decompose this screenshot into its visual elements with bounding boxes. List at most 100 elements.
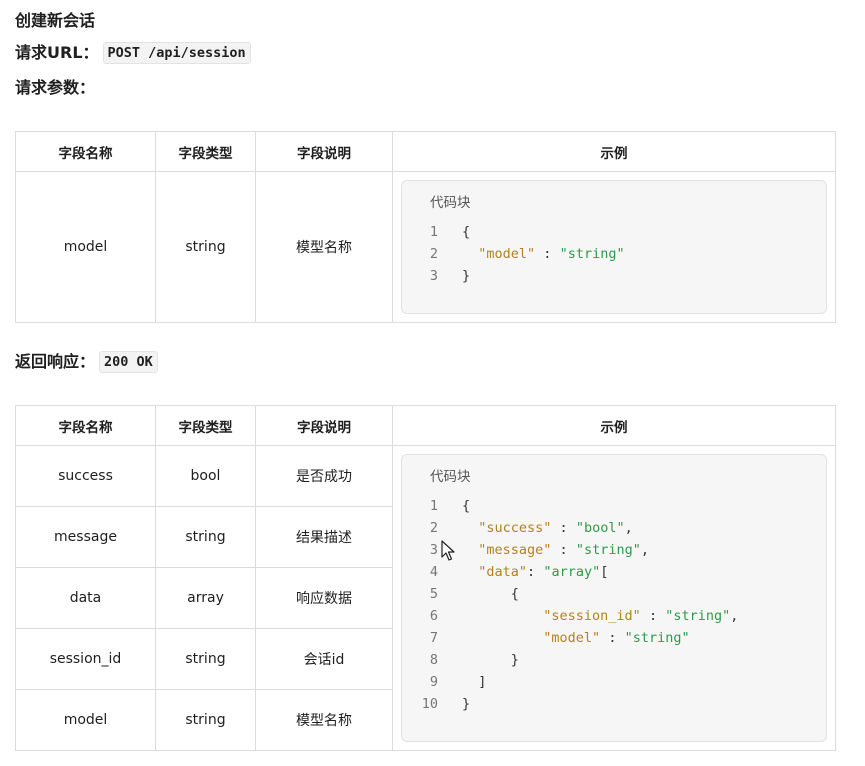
code-text: { (462, 221, 470, 243)
response-table: 字段名称 字段类型 字段说明 示例 success bool 是否成功 代码块 1{2 … (15, 405, 836, 751)
line-number: 10 (421, 696, 438, 712)
cell-desc: 模型名称 (255, 171, 393, 323)
line-number: 3 (429, 268, 438, 284)
code-punct: , (624, 520, 633, 536)
request-params-heading: 请求参数： (15, 78, 96, 97)
request-url-label: 请求URL： (15, 43, 99, 62)
cell-desc: 模型名称 (255, 689, 393, 751)
code-text: "model" : "string" (462, 243, 625, 265)
code-value: "string" (624, 630, 690, 646)
header-field-type: 字段类型 (155, 405, 256, 446)
cell-desc: 是否成功 (255, 445, 393, 507)
cell-desc: 结果描述 (255, 506, 393, 568)
line-number: 6 (429, 608, 438, 624)
response-status-code: 200 OK (99, 351, 158, 373)
code-key: "model" (543, 630, 601, 646)
code-line: 2 "success" : "bool", (402, 517, 826, 539)
cell-type: string (155, 171, 256, 323)
header-field-desc: 字段说明 (255, 131, 393, 172)
line-number: 4 (429, 564, 438, 580)
cell-type: string (155, 506, 256, 568)
code-separator: : (551, 542, 576, 558)
code-text: } (462, 265, 470, 287)
code-line: 8 } (402, 649, 826, 671)
cell-name: success (15, 445, 156, 507)
line-number: 9 (429, 674, 438, 690)
code-plain: } (462, 268, 471, 284)
code-punct: , (730, 608, 739, 624)
line-number: 1 (429, 224, 438, 240)
code-plain: } (462, 652, 519, 668)
request-params-table: 字段名称 字段类型 字段说明 示例 model string 模型名称 代码块 1{2 … (15, 131, 836, 323)
section-title: 创建新会话 (15, 11, 96, 30)
code-separator: : (551, 520, 576, 536)
code-block-title: 代码块 (430, 195, 471, 211)
line-number: 5 (429, 586, 438, 602)
code-line: 2 "model" : "string" (402, 243, 826, 265)
code-value: "array" (543, 564, 601, 580)
cell-name: data (15, 567, 156, 629)
code-plain: { (462, 498, 471, 514)
code-separator: : (527, 564, 544, 580)
response-heading: 返回响应： 200 OK (15, 351, 158, 373)
line-number: 2 (429, 246, 438, 262)
code-plain: { (462, 224, 471, 240)
cell-desc: 会话id (255, 628, 393, 690)
header-example: 示例 (392, 405, 836, 446)
cell-type: string (155, 628, 256, 690)
code-key: "session_id" (543, 608, 641, 624)
code-text: } (462, 649, 519, 671)
code-separator: : (640, 608, 666, 624)
line-number: 7 (429, 630, 438, 646)
cell-name: model (15, 171, 156, 323)
code-line: 3} (402, 265, 826, 287)
header-field-type: 字段类型 (155, 131, 256, 172)
header-field-name: 字段名称 (15, 131, 156, 172)
request-url-heading: 请求URL： POST /api/session (15, 42, 251, 64)
code-value: "bool" (575, 520, 625, 536)
code-separator: : (535, 246, 560, 262)
code-plain: { (462, 586, 519, 602)
code-key: "message" (478, 542, 552, 558)
code-text: "data": "array"[ (462, 561, 608, 583)
code-text: } (462, 693, 470, 715)
code-punct: , (640, 542, 649, 558)
cell-name: message (15, 506, 156, 568)
cell-type: array (155, 567, 256, 629)
response-label: 返回响应： (15, 352, 96, 371)
code-line: 7 "model" : "string" (402, 627, 826, 649)
code-line: 1{ (402, 221, 826, 243)
code-line: 1{ (402, 495, 826, 517)
line-number: 2 (429, 520, 438, 536)
line-number: 8 (429, 652, 438, 668)
table-row: model string 模型名称 代码块 1{2 "model" : "string"… (15, 171, 836, 323)
table-row: success bool 是否成功 代码块 1{2 "success" : "bool"… (15, 445, 836, 751)
code-text: { (462, 583, 519, 605)
table-header-row: 字段名称 字段类型 字段说明 示例 (15, 131, 836, 172)
header-field-name: 字段名称 (15, 405, 156, 446)
code-value: "string" (575, 542, 641, 558)
header-field-desc: 字段说明 (255, 405, 393, 446)
code-key: "model" (478, 246, 536, 262)
mouse-cursor-icon (441, 540, 455, 561)
code-key: "success" (478, 520, 552, 536)
code-line: 9 ] (402, 671, 826, 693)
code-plain: } (462, 696, 471, 712)
table-header-row: 字段名称 字段类型 字段说明 示例 (15, 405, 836, 446)
header-example: 示例 (392, 131, 836, 172)
cell-desc: 响应数据 (255, 567, 393, 629)
code-line: 4 "data": "array"[ (402, 561, 826, 583)
code-plain: ] (462, 674, 487, 690)
cell-name: model (15, 689, 156, 751)
code-line: 3 "message" : "string", (402, 539, 826, 561)
code-value: "string" (559, 246, 625, 262)
code-separator: : (600, 630, 625, 646)
code-text: "model" : "string" (462, 627, 690, 649)
code-block-title: 代码块 (430, 469, 471, 485)
code-text: "session_id" : "string", (462, 605, 738, 627)
